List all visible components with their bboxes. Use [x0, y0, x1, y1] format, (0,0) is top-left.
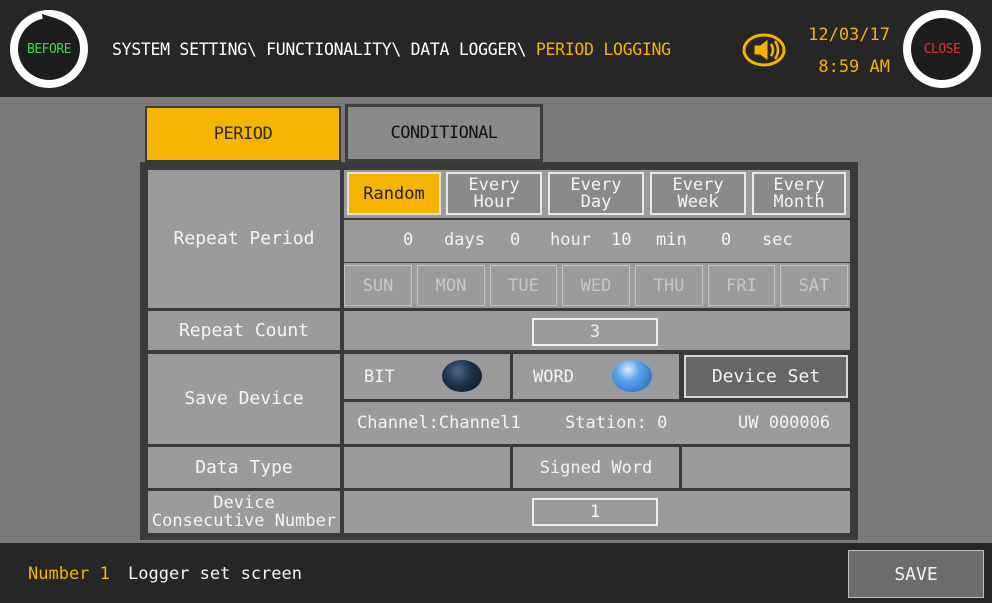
data-type-selector[interactable]: Signed Word: [513, 447, 679, 488]
random-button-label: Random: [363, 183, 425, 204]
weekday-sun-label: SUN: [362, 275, 394, 296]
days-unit: days: [444, 230, 485, 250]
hour-value[interactable]: 0: [510, 230, 520, 250]
every-day-line1: Every: [570, 174, 622, 195]
repeat-count-label: Repeat Count: [148, 311, 340, 350]
data-type-label: Data Type: [148, 447, 340, 488]
device-consecutive-label: Device Consecutive Number: [148, 491, 340, 533]
weekday-tue-label: TUE: [508, 275, 539, 296]
weekday-fri-button[interactable]: FRI: [708, 265, 775, 306]
random-button[interactable]: Random: [347, 172, 441, 215]
save-button[interactable]: SAVE: [848, 550, 984, 598]
close-button-face: CLOSE: [911, 18, 973, 80]
every-day-line2: Day: [580, 191, 612, 212]
weekday-sat-button[interactable]: SAT: [780, 265, 848, 306]
close-button-label: CLOSE: [923, 41, 961, 57]
weekday-thu-label: THU: [653, 275, 685, 296]
data-type-label-text: Data Type: [195, 456, 293, 478]
screen-number: Number 1: [28, 564, 110, 584]
close-button[interactable]: CLOSE: [903, 10, 981, 88]
before-button[interactable]: BEFORE: [10, 10, 88, 88]
weekday-fri-label: FRI: [726, 275, 757, 296]
weekday-mon-label: MON: [435, 275, 467, 296]
save-device-label-text: Save Device: [184, 388, 304, 409]
device-consecutive-label-line2: Consecutive Number: [151, 511, 337, 531]
tab-period-label: PERIOD: [213, 124, 273, 144]
device-set-button[interactable]: Device Set: [684, 355, 848, 398]
tab-conditional-label: CONDITIONAL: [390, 123, 498, 143]
tab-conditional[interactable]: CONDITIONAL: [345, 104, 543, 162]
weekday-mon-button[interactable]: MON: [417, 265, 485, 306]
data-type-value: Signed Word: [539, 457, 653, 478]
every-day-button[interactable]: Every Day: [548, 172, 644, 215]
device-consecutive-input[interactable]: 1: [532, 498, 658, 526]
weekday-wed-label: WED: [580, 275, 612, 296]
sec-value[interactable]: 0: [721, 230, 731, 250]
date-display: 12/03/17: [808, 25, 890, 45]
bit-label: BIT: [364, 367, 395, 387]
days-value[interactable]: 0: [403, 230, 413, 250]
tab-conditional-face: CONDITIONAL: [348, 107, 540, 159]
weekday-thu-button[interactable]: THU: [635, 265, 703, 306]
repeat-count-input[interactable]: 3: [532, 318, 658, 346]
min-value[interactable]: 10: [611, 230, 631, 250]
every-week-line2: Week: [677, 191, 719, 212]
station-text: Station: 0: [565, 413, 668, 433]
save-button-label: SAVE: [894, 563, 938, 585]
weekday-tue-button[interactable]: TUE: [490, 265, 557, 306]
repeat-period-label: Repeat Period: [148, 170, 340, 308]
word-radio-lamp[interactable]: [612, 360, 652, 392]
data-type-right-cell: [682, 447, 850, 488]
every-week-line1: Every: [672, 174, 724, 195]
every-hour-button[interactable]: Every Hour: [446, 172, 542, 215]
device-consecutive-label-line1: Device: [213, 493, 275, 513]
weekday-sat-label: SAT: [798, 275, 830, 296]
breadcrumb-path: SYSTEM SETTING\ FUNCTIONALITY\ DATA LOGG…: [112, 40, 536, 59]
every-hour-line2: Hour: [473, 191, 515, 212]
time-display: 8:59 AM: [818, 57, 890, 77]
tab-period[interactable]: PERIOD: [145, 106, 341, 162]
repeat-count-label-text: Repeat Count: [178, 319, 310, 341]
every-week-button[interactable]: Every Week: [650, 172, 746, 215]
save-device-label: Save Device: [148, 354, 340, 444]
every-month-line1: Every: [773, 174, 825, 195]
every-hour-line1: Every: [468, 174, 520, 195]
device-set-button-label: Device Set: [711, 366, 821, 387]
screen-description: Logger set screen: [128, 564, 302, 584]
refresh-arrow-icon: [42, 14, 58, 27]
device-address-text: UW 000006: [738, 413, 831, 433]
repeat-count-value: 3: [589, 322, 601, 342]
bit-radio-lamp[interactable]: [442, 360, 482, 392]
device-consecutive-value: 1: [589, 502, 601, 522]
sec-unit: sec: [762, 230, 793, 250]
weekday-sun-button[interactable]: SUN: [344, 265, 412, 306]
every-month-line2: Month: [773, 191, 825, 212]
weekday-wed-button[interactable]: WED: [562, 265, 630, 306]
data-type-left-cell: [344, 447, 510, 488]
word-label: WORD: [533, 367, 574, 387]
speaker-icon[interactable]: [740, 32, 788, 68]
every-month-button[interactable]: Every Month: [752, 172, 846, 215]
breadcrumb-current: PERIOD LOGGING: [535, 40, 671, 59]
min-unit: min: [656, 230, 687, 250]
channel-text: Channel:Channel1: [357, 413, 521, 433]
breadcrumb: SYSTEM SETTING\ FUNCTIONALITY\ DATA LOGG…: [112, 40, 671, 59]
repeat-period-label-text: Repeat Period: [173, 228, 315, 249]
hour-unit: hour: [550, 230, 591, 250]
